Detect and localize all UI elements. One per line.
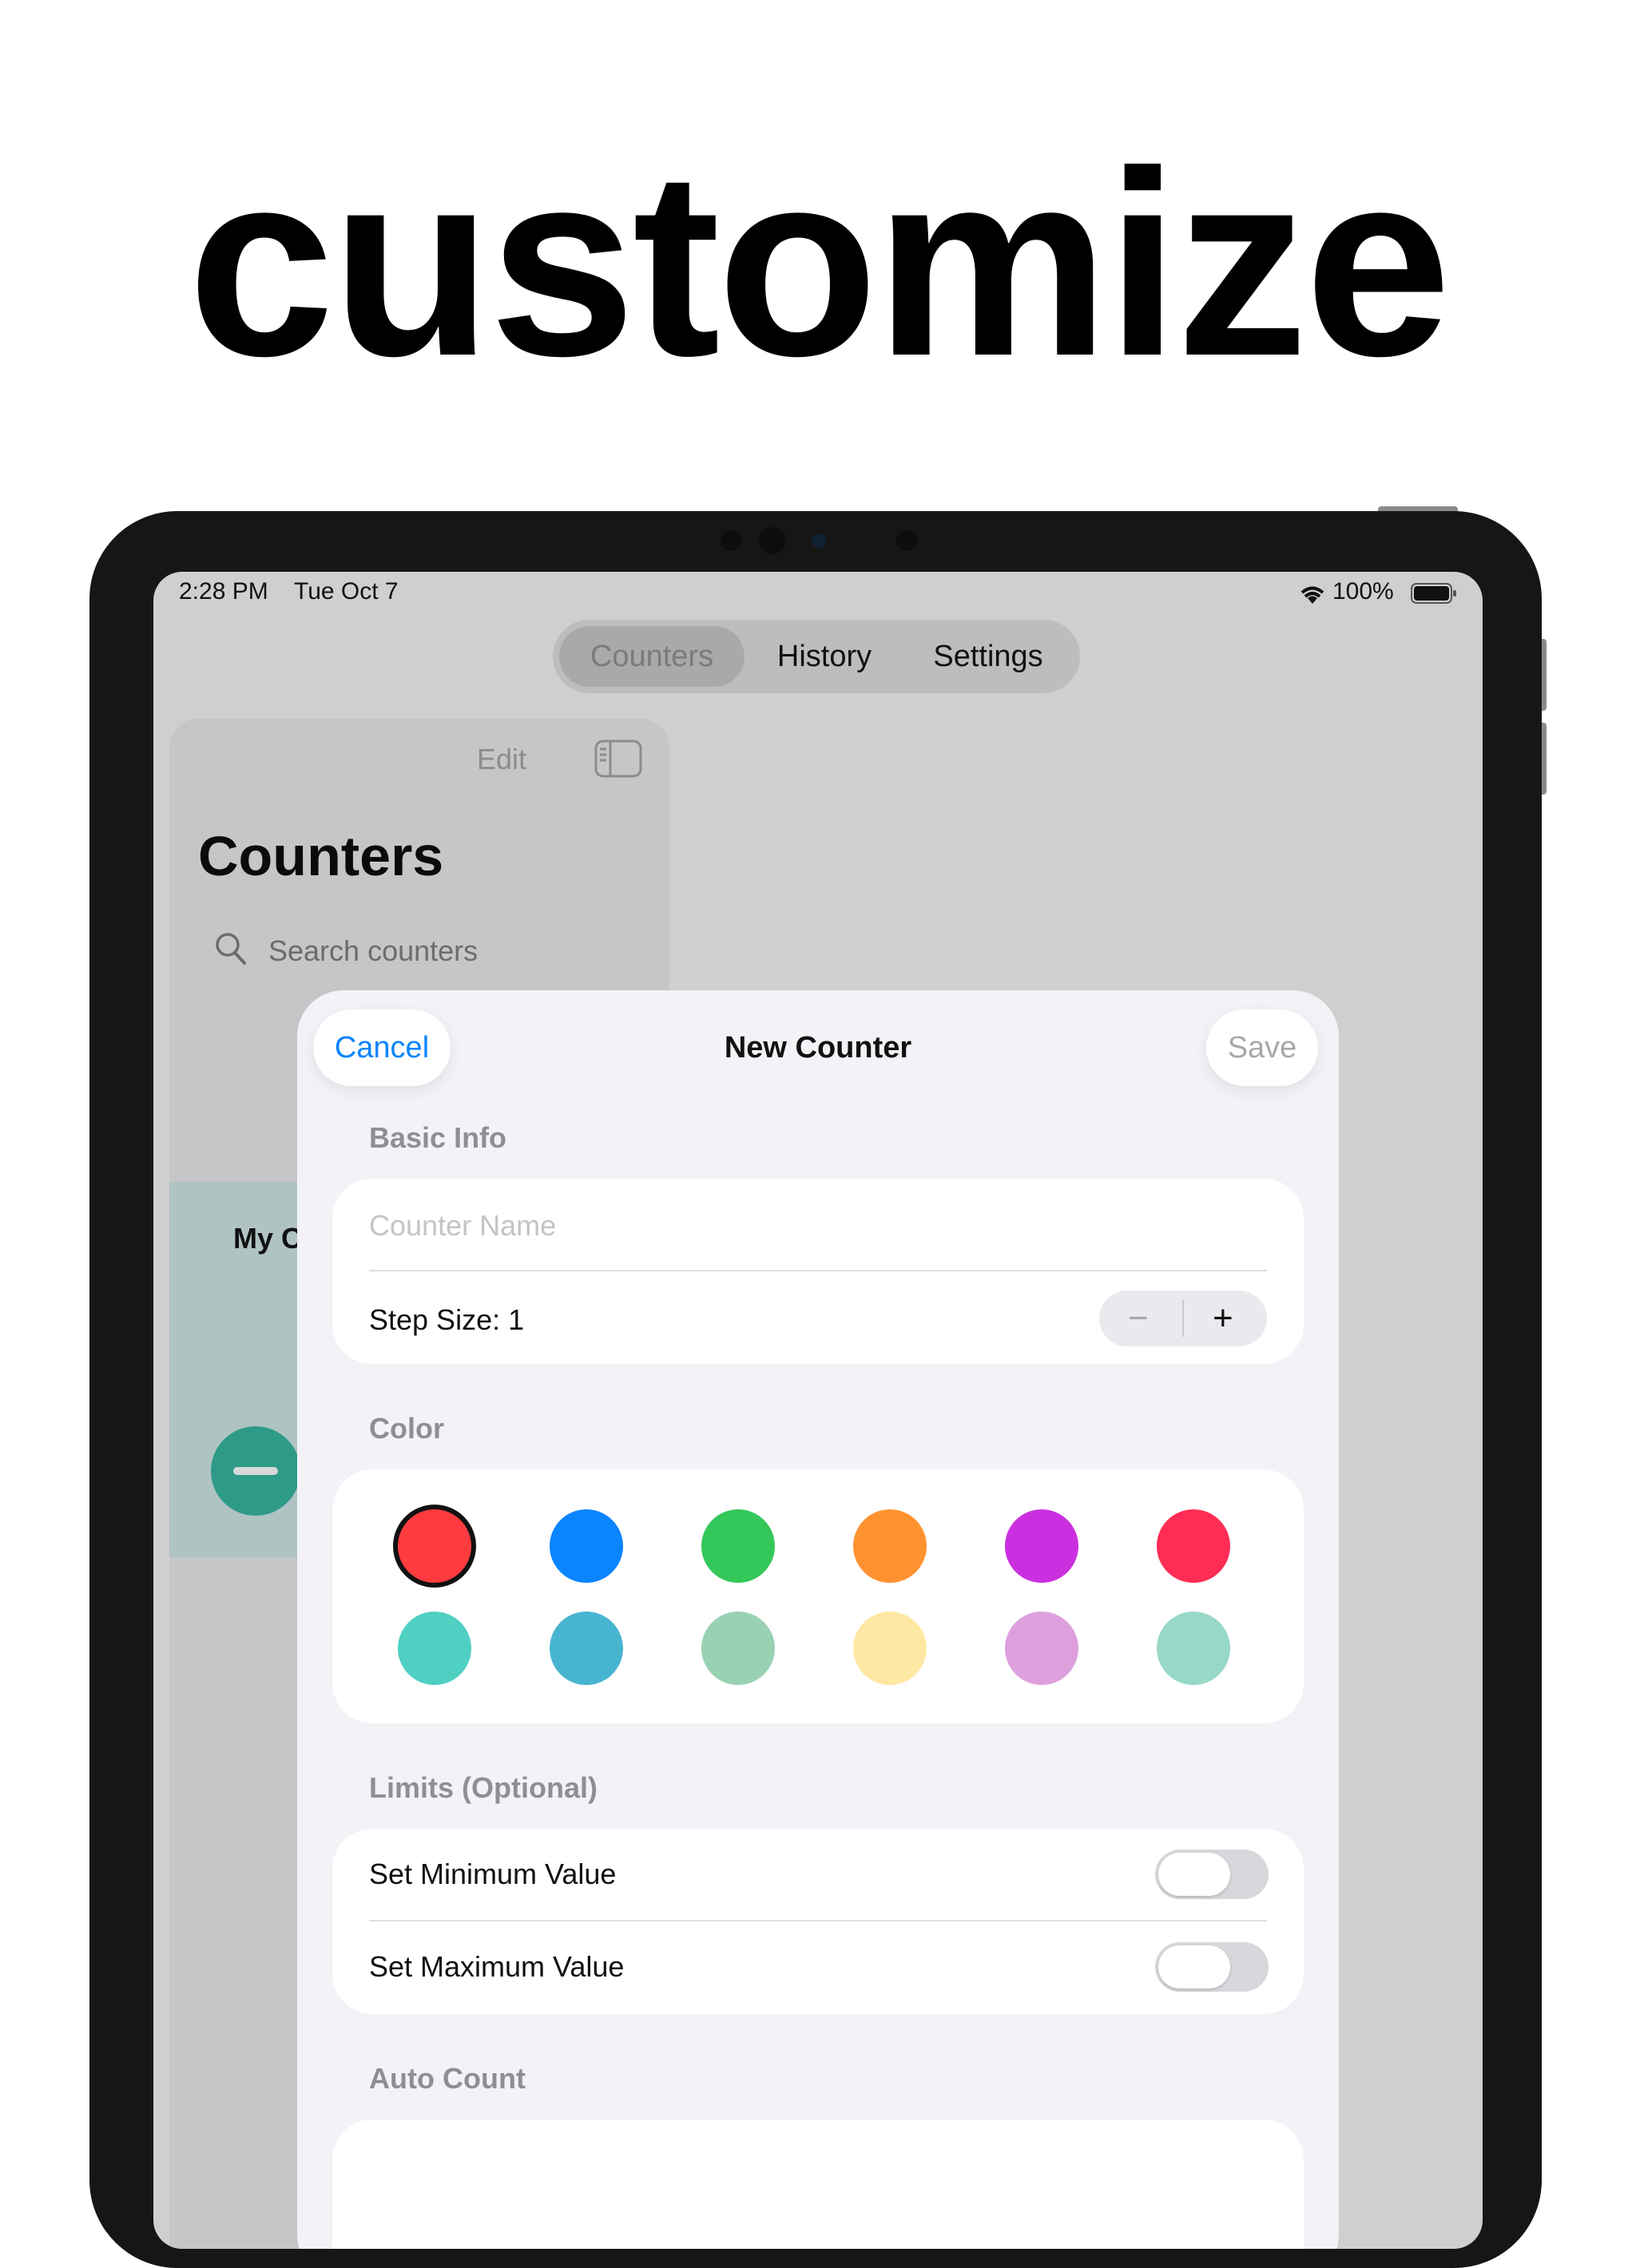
- color-swatch[interactable]: [398, 1612, 471, 1685]
- tab-history[interactable]: History: [745, 626, 904, 687]
- color-swatch[interactable]: [701, 1612, 775, 1685]
- divider: [369, 1920, 1267, 1921]
- basic-info-group: Counter Name Step Size: 1 − +: [332, 1179, 1304, 1364]
- sensor-icon: [896, 530, 917, 551]
- step-size-label: Step Size: 1: [369, 1303, 525, 1336]
- wifi-icon: [1300, 586, 1324, 604]
- step-size-stepper: − +: [1099, 1291, 1267, 1346]
- battery-icon: [1411, 583, 1456, 604]
- color-group: [332, 1469, 1304, 1723]
- decrement-button[interactable]: [211, 1426, 300, 1516]
- section-header-basic-info: Basic Info: [369, 1121, 507, 1154]
- color-swatch[interactable]: [1157, 1612, 1230, 1685]
- color-swatch[interactable]: [398, 1509, 471, 1583]
- color-swatch[interactable]: [701, 1509, 775, 1583]
- section-header-color: Color: [369, 1412, 444, 1445]
- color-swatch[interactable]: [853, 1509, 927, 1583]
- counter-name-field[interactable]: Counter Name: [369, 1209, 556, 1243]
- page-title: Counters: [198, 825, 444, 887]
- tab-counters[interactable]: Counters: [559, 626, 745, 687]
- max-value-toggle[interactable]: [1155, 1942, 1269, 1992]
- headline: customize: [188, 116, 1451, 410]
- section-header-auto-count: Auto Count: [369, 2062, 526, 2095]
- step-increment-button[interactable]: +: [1213, 1291, 1233, 1346]
- limits-group: Set Minimum Value Set Maximum Value: [332, 1829, 1304, 2014]
- color-swatch[interactable]: [1005, 1612, 1078, 1685]
- search-input[interactable]: Search counters: [268, 934, 478, 968]
- max-value-label: Set Maximum Value: [369, 1950, 625, 1983]
- color-swatch[interactable]: [1005, 1509, 1078, 1583]
- color-swatch[interactable]: [550, 1509, 623, 1583]
- new-counter-sheet: Cancel New Counter Save Basic Info Count…: [297, 990, 1339, 2249]
- screen: 2:28 PM Tue Oct 7 100% Counters History …: [153, 572, 1483, 2249]
- section-header-limits: Limits (Optional): [369, 1771, 598, 1804]
- stepper-divider: [1182, 1300, 1184, 1337]
- status-date: Tue Oct 7: [294, 578, 399, 605]
- color-swatch[interactable]: [853, 1612, 927, 1685]
- edit-button[interactable]: Edit: [477, 743, 526, 776]
- min-value-toggle[interactable]: [1155, 1850, 1269, 1899]
- divider: [369, 1270, 1267, 1271]
- camera-icon: [759, 527, 786, 554]
- auto-count-group: [332, 2119, 1304, 2249]
- sheet-title: New Counter: [724, 1031, 912, 1065]
- min-value-label: Set Minimum Value: [369, 1858, 617, 1890]
- battery-percent: 100%: [1332, 578, 1394, 605]
- color-swatch[interactable]: [550, 1612, 623, 1685]
- search-icon: [216, 933, 246, 965]
- status-time: 2:28 PM: [179, 578, 268, 605]
- save-button[interactable]: Save: [1206, 1009, 1318, 1086]
- sensor-icon: [812, 533, 826, 548]
- tab-bar: Counters History Settings: [553, 620, 1080, 693]
- color-swatch[interactable]: [1157, 1509, 1230, 1583]
- sidebar-toggle-icon[interactable]: [594, 739, 642, 778]
- tab-settings[interactable]: Settings: [904, 626, 1072, 687]
- counter-card-title: My C: [233, 1222, 303, 1255]
- camera-icon: [721, 530, 741, 551]
- step-decrement-button[interactable]: −: [1128, 1291, 1149, 1346]
